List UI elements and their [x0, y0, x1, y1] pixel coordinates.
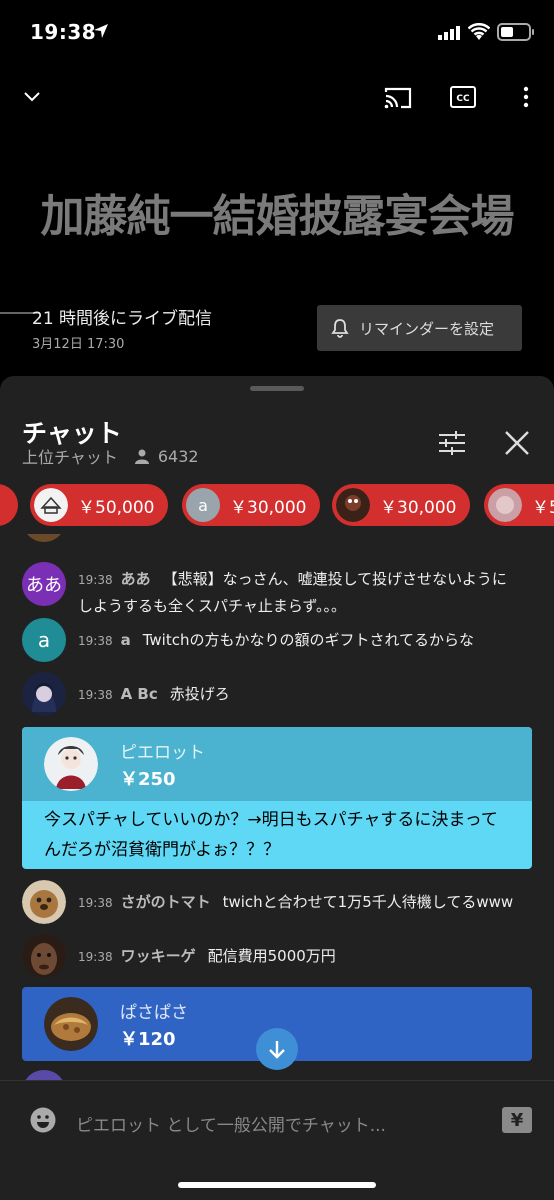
- avatar: [22, 934, 66, 978]
- ticker-chip[interactable]: [0, 484, 18, 526]
- cellular-signal-icon: [438, 26, 460, 40]
- location-arrow-icon: [94, 24, 108, 38]
- chat-message[interactable]: 19:38 ワッキーゲ 配信費用5000万円: [22, 934, 532, 978]
- battery-icon: [497, 23, 534, 41]
- message-author[interactable]: さがのトマト: [121, 893, 211, 911]
- schedule-date: 3月12日 17:30: [32, 337, 125, 352]
- chat-message[interactable]: ああ 19:38 ああ 【悲報】なっさん、嘘連投して投げさせないようにしようするも全…: [22, 562, 532, 619]
- superchat-card[interactable]: ピエロット ￥250 今スパチャしていいのか？→明日もスパチャするに決まってんだ…: [22, 727, 532, 869]
- chat-message[interactable]: a 19:38 a Twitchの方もかなりの額のギフトされてるからな: [22, 618, 532, 662]
- avatar: [22, 1070, 66, 1080]
- avatar: [44, 737, 98, 791]
- chat-mode-selector[interactable]: 上位チャット 6432: [22, 444, 199, 468]
- chat-input[interactable]: ピエロット として一般公開でチャット...: [76, 1111, 386, 1136]
- message-text: 配信費用5000万円: [207, 947, 336, 965]
- status-time: 19:38: [30, 20, 97, 44]
- bell-icon: [331, 319, 349, 338]
- set-reminder-label: リマインダーを設定: [359, 319, 495, 338]
- avatar: [22, 672, 66, 716]
- avatar: a: [22, 618, 66, 662]
- message-author[interactable]: A Bc: [121, 685, 158, 703]
- superchat-name[interactable]: ぱさぱさ: [120, 998, 188, 1023]
- message-text: Twitchの方もかなりの額のギフトされてるからな: [142, 631, 475, 649]
- avatar: a: [186, 488, 220, 522]
- ticker-amount: ￥50,000: [78, 497, 155, 518]
- message-text: 赤投げろ: [169, 685, 230, 703]
- avatar: [22, 534, 66, 542]
- super-chat-button[interactable]: ¥: [502, 1107, 532, 1133]
- chat-message[interactable]: 19:38 A Bc 赤投げろ: [22, 672, 532, 716]
- message-time: 19:38: [78, 634, 113, 648]
- drag-handle[interactable]: [250, 386, 304, 391]
- avatar: [336, 488, 370, 522]
- avatar: [34, 488, 68, 522]
- message-time: 19:38: [78, 573, 113, 587]
- superchat-header: ピエロット ￥250: [22, 727, 532, 801]
- message-author[interactable]: ワッキーゲ: [121, 947, 196, 965]
- superchat-text: 今スパチャしていいのか？→明日もスパチャするに決まってんだろが沼貧衛門がよぉ？？…: [44, 810, 498, 860]
- ticker-chip[interactable]: a ￥30,000: [182, 484, 321, 526]
- viewer-count: 6432: [134, 447, 199, 466]
- superchat-name[interactable]: ピエロット: [120, 738, 205, 763]
- video-controls: CC: [0, 80, 554, 120]
- chat-panel: チャット 上位チャット 6432 ￥50,000 a ￥30,000 ￥30,0…: [0, 376, 554, 1200]
- ticker-amount: ￥5: [532, 497, 554, 518]
- chat-input-bar: ピエロット として一般公開でチャット... ¥: [0, 1080, 554, 1162]
- chat-message[interactable]: 19:38 さがのトマト twichと合わせて1万5千人待機してるwww: [22, 880, 532, 924]
- more-vert-icon[interactable]: [522, 86, 530, 108]
- ticker-amount: ￥30,000: [230, 497, 307, 518]
- home-indicator: [178, 1182, 376, 1188]
- message-time: 19:38: [78, 896, 113, 910]
- message-author[interactable]: ああ: [121, 570, 151, 588]
- filter-sliders-icon[interactable]: [438, 430, 466, 456]
- video-overlay-title: 加藤純一結婚披露宴会場: [40, 191, 515, 242]
- set-reminder-button[interactable]: リマインダーを設定: [317, 305, 522, 351]
- message-author[interactable]: a: [121, 631, 131, 649]
- scroll-to-bottom-button[interactable]: [256, 1028, 298, 1070]
- chat-mode-label: 上位チャット: [22, 448, 118, 467]
- status-bar: 19:38: [0, 0, 554, 66]
- superchat-amount: ￥250: [120, 768, 176, 790]
- message-time: 19:38: [78, 688, 113, 702]
- svg-text:CC: CC: [456, 94, 470, 104]
- close-icon[interactable]: [504, 430, 530, 456]
- avatar: ああ: [22, 562, 66, 606]
- avatar: [22, 880, 66, 924]
- wifi-icon: [468, 23, 490, 40]
- superchat-ticker: ￥50,000 a ￥30,000 ￥30,000 ￥5: [0, 484, 554, 526]
- chat-message-list[interactable]: ああ 19:38 ああ 【悲報】なっさん、嘘連投して投げさせないようにしようするも全…: [0, 534, 554, 1080]
- avatar: [44, 997, 98, 1051]
- ticker-chip[interactable]: ￥30,000: [332, 484, 471, 526]
- superchat-amount: ￥120: [120, 1028, 176, 1050]
- ticker-chip[interactable]: ￥50,000: [30, 484, 169, 526]
- arrow-down-icon: [269, 1041, 285, 1059]
- schedule-text: 21 時間後にライブ配信: [32, 309, 213, 329]
- cast-icon[interactable]: [384, 86, 412, 110]
- ticker-amount: ￥30,000: [380, 497, 457, 518]
- person-icon: [134, 449, 149, 464]
- emoji-icon[interactable]: [30, 1107, 56, 1133]
- avatar: [488, 488, 522, 522]
- message-text: twichと合わせて1万5千人待機してるwww: [222, 893, 514, 911]
- message-time: 19:38: [78, 950, 113, 964]
- viewer-count-value: 6432: [157, 446, 199, 466]
- ticker-chip[interactable]: ￥5: [484, 484, 554, 526]
- captions-icon[interactable]: CC: [450, 86, 476, 108]
- chevron-down-icon[interactable]: [22, 86, 42, 106]
